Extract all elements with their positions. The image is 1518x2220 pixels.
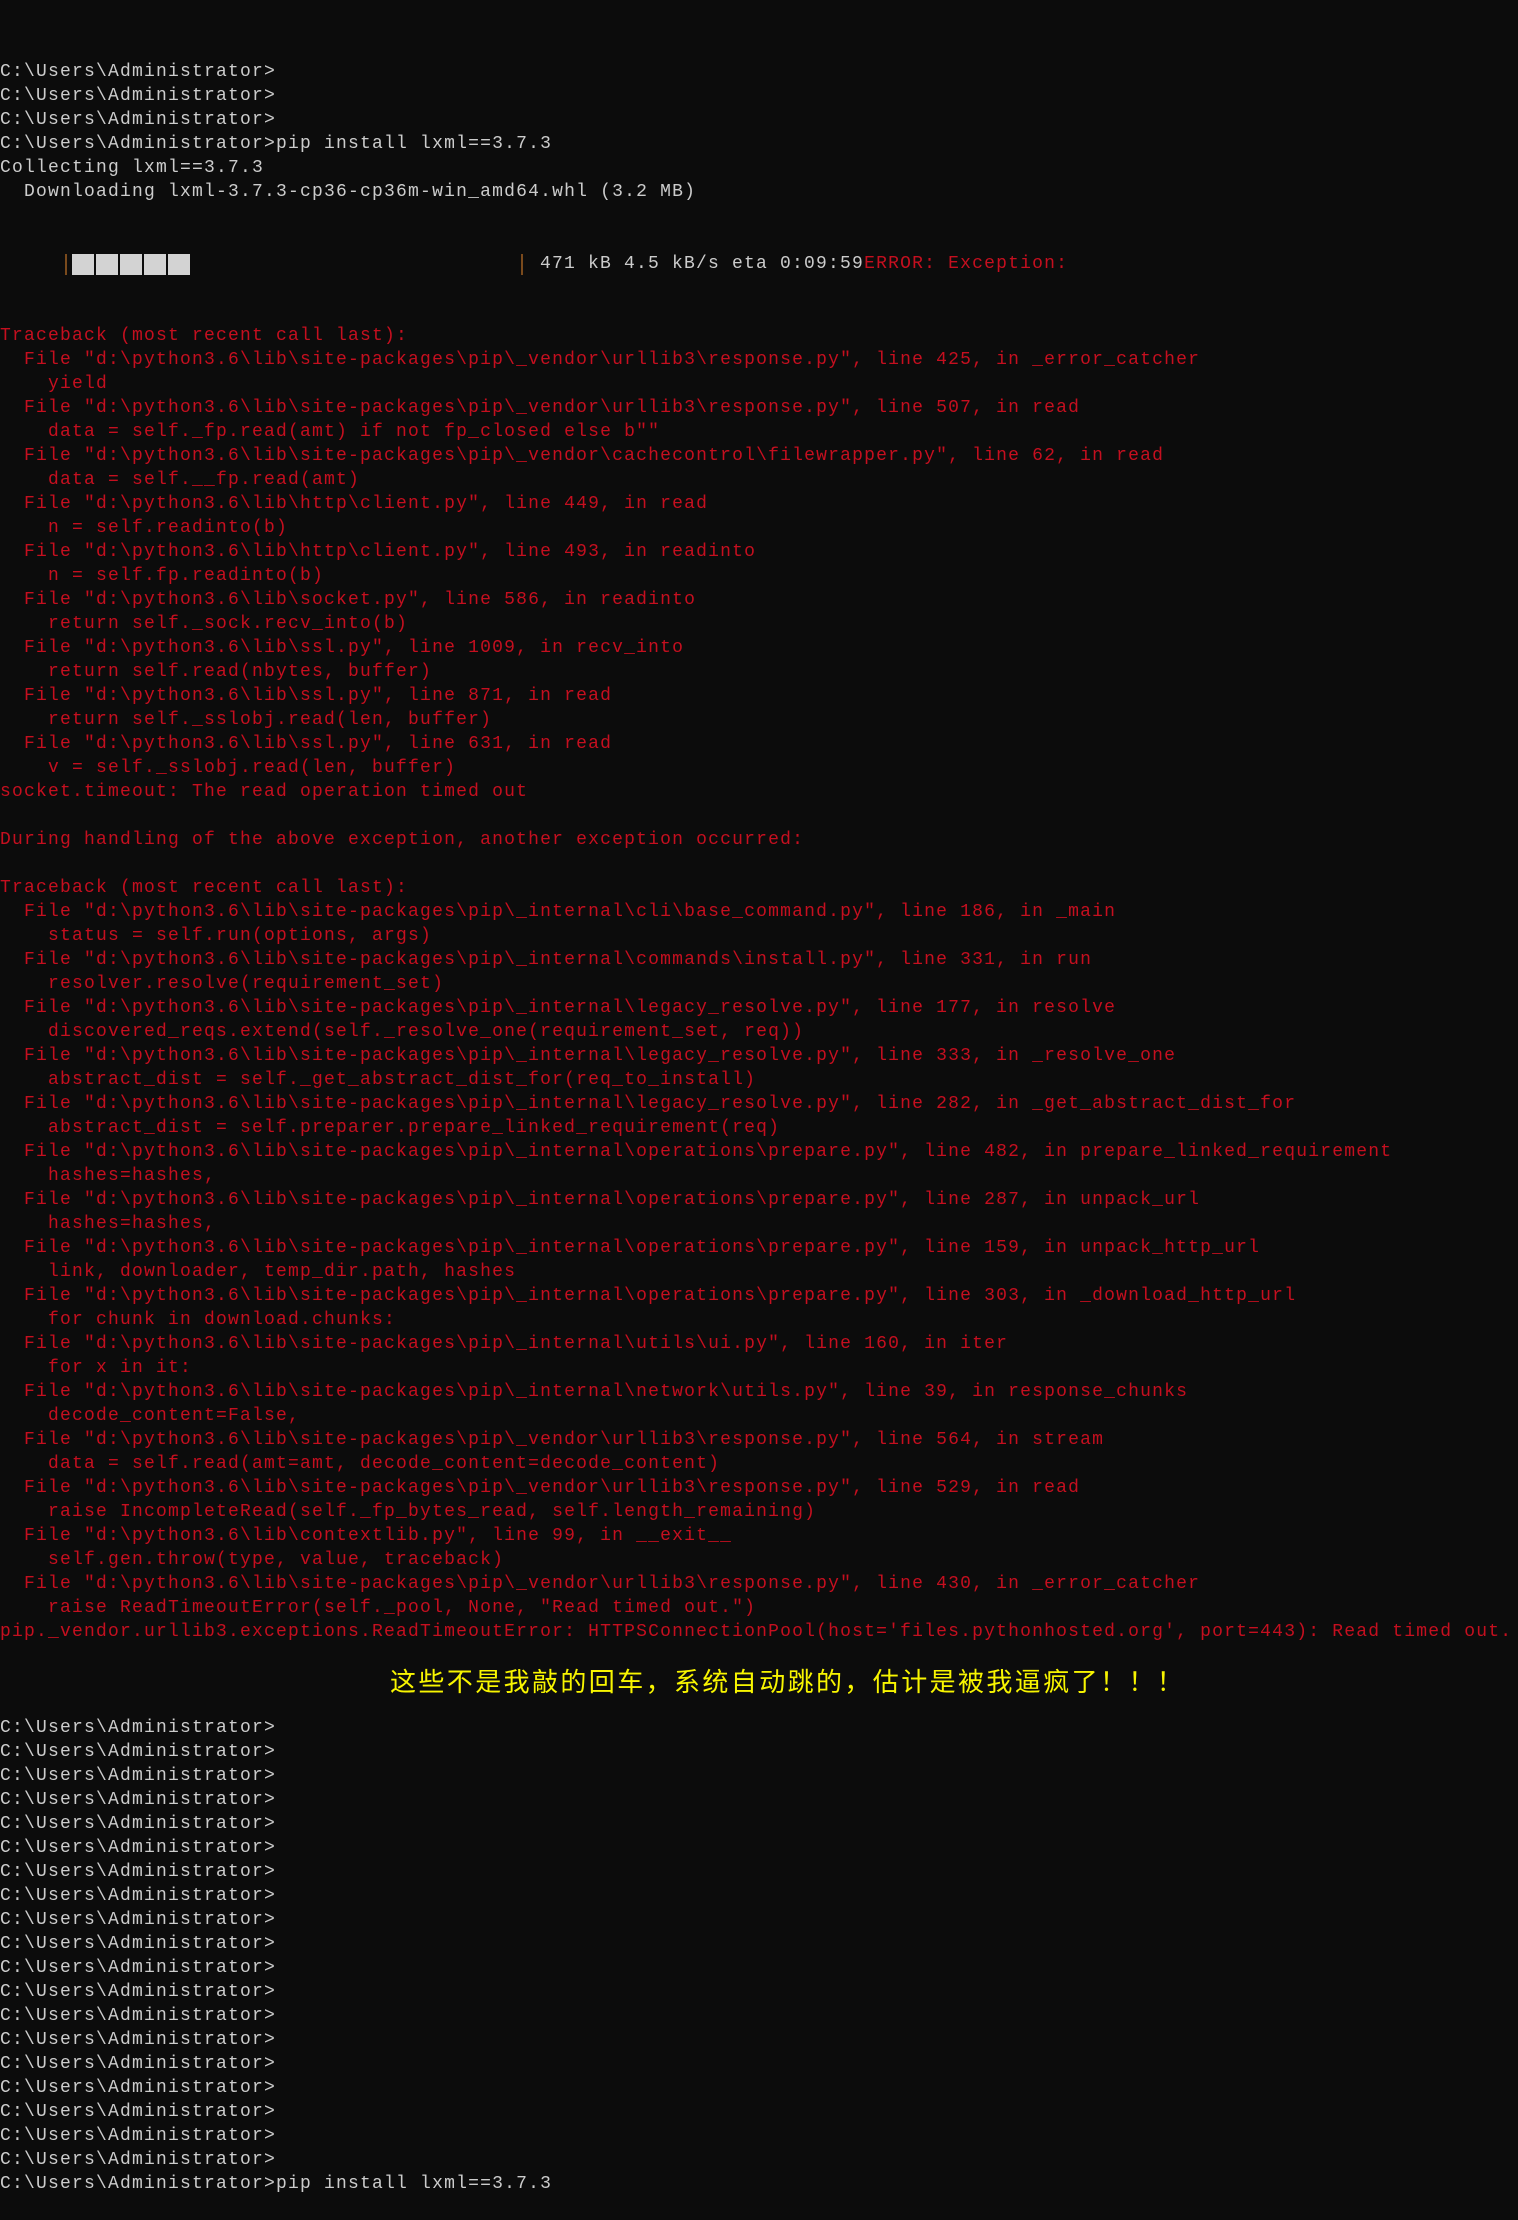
error-line: File "d:\python3.6\lib\ssl.py", line 871… bbox=[0, 686, 613, 706]
progress-block bbox=[144, 254, 166, 275]
error-line: return self._sslobj.read(len, buffer) bbox=[0, 710, 493, 730]
progress-bar-fill bbox=[72, 254, 192, 275]
error-line: decode_content=False, bbox=[0, 1406, 301, 1426]
error-line: hashes=hashes, bbox=[0, 1214, 217, 1234]
terminal-line: Downloading lxml-3.7.3-cp36-cp36m-win_am… bbox=[0, 182, 697, 202]
error-line: File "d:\python3.6\lib\site-packages\pip… bbox=[0, 446, 1165, 466]
terminal-line: C:\Users\Administrator> bbox=[0, 2150, 277, 2170]
error-line: socket.timeout: The read operation timed… bbox=[0, 782, 529, 802]
error-line: File "d:\python3.6\lib\site-packages\pip… bbox=[0, 1478, 1081, 1498]
error-line: return self.read(nbytes, buffer) bbox=[0, 662, 433, 682]
progress-block bbox=[168, 254, 190, 275]
error-line: abstract_dist = self.preparer.prepare_li… bbox=[0, 1118, 781, 1138]
terminal-line: C:\Users\Administrator> bbox=[0, 1838, 277, 1858]
error-line: File "d:\python3.6\lib\http\client.py", … bbox=[0, 494, 709, 514]
terminal-line: C:\Users\Administrator> bbox=[0, 2126, 277, 2146]
terminal-line: C:\Users\Administrator> bbox=[0, 1814, 277, 1834]
error-line: File "d:\python3.6\lib\site-packages\pip… bbox=[0, 998, 1117, 1018]
error-line: raise IncompleteRead(self._fp_bytes_read… bbox=[0, 1502, 817, 1522]
terminal-line: Collecting lxml==3.7.3 bbox=[0, 158, 265, 178]
terminal-line: C:\Users\Administrator> bbox=[0, 62, 277, 82]
error-line: self.gen.throw(type, value, traceback) bbox=[0, 1550, 505, 1570]
error-line: data = self._fp.read(amt) if not fp_clos… bbox=[0, 422, 661, 442]
progress-block bbox=[72, 254, 94, 275]
terminal-line: C:\Users\Administrator> bbox=[0, 1958, 277, 1978]
progress-bar bbox=[65, 254, 523, 275]
error-line: File "d:\python3.6\lib\contextlib.py", l… bbox=[0, 1526, 733, 1546]
error-line: n = self.readinto(b) bbox=[0, 518, 289, 538]
terminal-line: C:\Users\Administrator> bbox=[0, 1718, 277, 1738]
error-line: During handling of the above exception, … bbox=[0, 830, 805, 850]
error-line: File "d:\python3.6\lib\http\client.py", … bbox=[0, 542, 757, 562]
error-line: File "d:\python3.6\lib\site-packages\pip… bbox=[0, 398, 1081, 418]
terminal-line: C:\Users\Administrator>pip install lxml=… bbox=[0, 134, 553, 154]
error-line bbox=[0, 804, 1518, 828]
progress-block bbox=[96, 254, 118, 275]
error-line: File "d:\python3.6\lib\site-packages\pip… bbox=[0, 1046, 1177, 1066]
error-line: n = self.fp.readinto(b) bbox=[0, 566, 325, 586]
error-line: hashes=hashes, bbox=[0, 1166, 217, 1186]
error-line: discovered_reqs.extend(self._resolve_one… bbox=[0, 1022, 805, 1042]
terminal-line: C:\Users\Administrator> bbox=[0, 2030, 277, 2050]
terminal-line: C:\Users\Administrator> bbox=[0, 2054, 277, 2074]
terminal-line: C:\Users\Administrator> bbox=[0, 2102, 277, 2122]
error-line: data = self.__fp.read(amt) bbox=[0, 470, 361, 490]
error-line: Traceback (most recent call last): bbox=[0, 326, 409, 346]
error-line: File "d:\python3.6\lib\site-packages\pip… bbox=[0, 1430, 1105, 1450]
error-line bbox=[0, 852, 1518, 876]
error-line: File "d:\python3.6\lib\site-packages\pip… bbox=[0, 902, 1117, 922]
terminal-line: C:\Users\Administrator> bbox=[0, 1982, 277, 2002]
terminal-line: C:\Users\Administrator> bbox=[0, 1862, 277, 1882]
error-line: File "d:\python3.6\lib\site-packages\pip… bbox=[0, 350, 1201, 370]
terminal-line: C:\Users\Administrator> bbox=[0, 110, 277, 130]
error-line: File "d:\python3.6\lib\ssl.py", line 631… bbox=[0, 734, 613, 754]
error-line: for chunk in download.chunks: bbox=[0, 1310, 397, 1330]
terminal-line: C:\Users\Administrator> bbox=[0, 1790, 277, 1810]
error-line: File "d:\python3.6\lib\socket.py", line … bbox=[0, 590, 697, 610]
terminal-line: C:\Users\Administrator> bbox=[0, 2078, 277, 2098]
error-line: abstract_dist = self._get_abstract_dist_… bbox=[0, 1070, 757, 1090]
terminal-line: C:\Users\Administrator> bbox=[0, 86, 277, 106]
error-line: File "d:\python3.6\lib\site-packages\pip… bbox=[0, 1334, 1009, 1354]
error-line: data = self.read(amt=amt, decode_content… bbox=[0, 1454, 721, 1474]
error-line: File "d:\python3.6\lib\site-packages\pip… bbox=[0, 1382, 1189, 1402]
error-line: yield bbox=[0, 374, 109, 394]
terminal-line: C:\Users\Administrator> bbox=[0, 1886, 277, 1906]
error-line: pip._vendor.urllib3.exceptions.ReadTimeo… bbox=[0, 1622, 1513, 1642]
error-line: File "d:\python3.6\lib\site-packages\pip… bbox=[0, 950, 1093, 970]
error-line: resolver.resolve(requirement_set) bbox=[0, 974, 445, 994]
progress-bar-right-edge bbox=[521, 254, 523, 275]
error-line: File "d:\python3.6\lib\site-packages\pip… bbox=[0, 1574, 1201, 1594]
download-progress-line: 471 kB 4.5 kB/s eta 0:09:59ERROR: Except… bbox=[0, 252, 1518, 276]
error-line: File "d:\python3.6\lib\site-packages\pip… bbox=[0, 1286, 1297, 1306]
error-line: v = self._sslobj.read(len, buffer) bbox=[0, 758, 457, 778]
error-line: File "d:\python3.6\lib\site-packages\pip… bbox=[0, 1142, 1393, 1162]
terminal-line: C:\Users\Administrator> bbox=[0, 2006, 277, 2026]
error-line: Traceback (most recent call last): bbox=[0, 878, 409, 898]
terminal-line: C:\Users\Administrator> bbox=[0, 1934, 277, 1954]
terminal-line: C:\Users\Administrator> bbox=[0, 1742, 277, 1762]
error-line: raise ReadTimeoutError(self._pool, None,… bbox=[0, 1598, 757, 1618]
error-exception-label: ERROR: Exception: bbox=[864, 254, 1069, 274]
error-line: for x in it: bbox=[0, 1358, 193, 1378]
terminal-line: C:\Users\Administrator> bbox=[0, 1910, 277, 1930]
error-line: File "d:\python3.6\lib\ssl.py", line 100… bbox=[0, 638, 685, 658]
error-line: status = self.run(options, args) bbox=[0, 926, 433, 946]
annotation-text: 这些不是我敲的回车，系统自动跳的，估计是被我逼疯了！！！ bbox=[390, 1668, 1186, 1698]
progress-block bbox=[120, 254, 142, 275]
error-line: File "d:\python3.6\lib\site-packages\pip… bbox=[0, 1094, 1297, 1114]
error-line: return self._sock.recv_into(b) bbox=[0, 614, 409, 634]
progress-stats: 471 kB 4.5 kB/s eta 0:09:59 bbox=[540, 254, 865, 274]
progress-bar-left-edge bbox=[65, 254, 67, 275]
terminal-line: C:\Users\Administrator>pip install lxml=… bbox=[0, 2174, 553, 2194]
error-line: File "d:\python3.6\lib\site-packages\pip… bbox=[0, 1238, 1261, 1258]
terminal-line: C:\Users\Administrator> bbox=[0, 1766, 277, 1786]
terminal-output[interactable]: C:\Users\Administrator> C:\Users\Administ… bbox=[0, 12, 1518, 2220]
error-line: link, downloader, temp_dir.path, hashes bbox=[0, 1262, 517, 1282]
error-line: File "d:\python3.6\lib\site-packages\pip… bbox=[0, 1190, 1201, 1210]
